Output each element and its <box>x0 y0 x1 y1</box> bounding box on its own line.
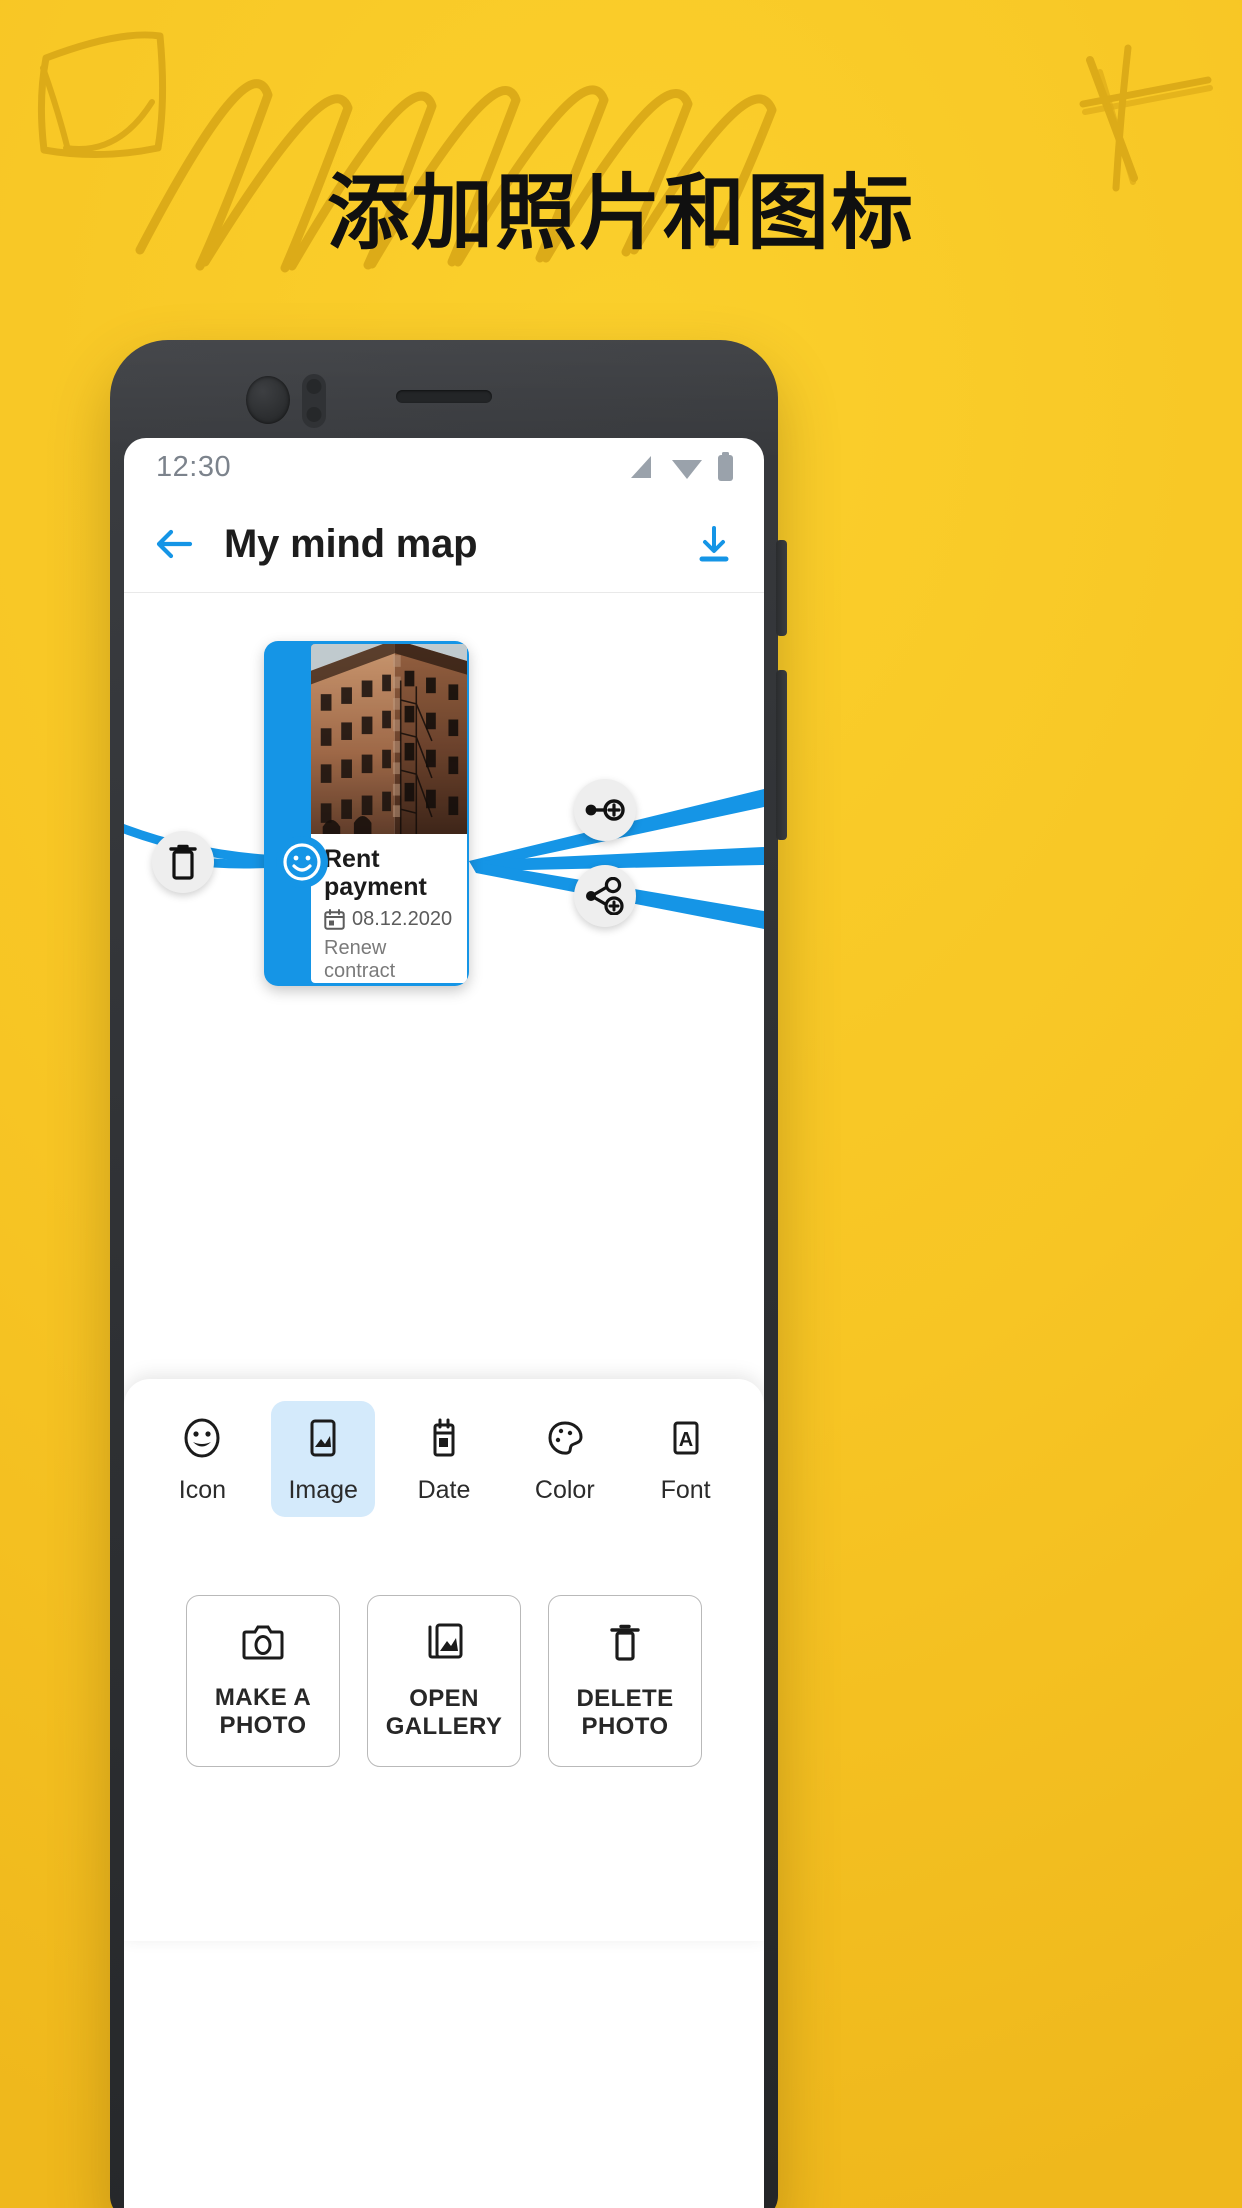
phone-front-camera <box>246 376 290 424</box>
add-sibling-icon <box>585 799 625 821</box>
status-bar: 12:30 <box>124 438 764 496</box>
trash-icon <box>610 1624 640 1661</box>
smiley-icon <box>184 1418 220 1458</box>
svg-text:A: A <box>678 1429 692 1451</box>
node-subtitle: Renew contract <box>324 937 396 982</box>
phone-mockup: 12:30 My mind map Rent payment 08.12.202… <box>110 340 787 2208</box>
tab-font[interactable]: A Font <box>634 1401 738 1517</box>
signal-icon <box>631 456 651 478</box>
smiley-icon <box>283 843 321 881</box>
node-content: Rent payment 08.12.2020 Renew contract <box>311 644 467 983</box>
tab-image[interactable]: Image <box>271 1401 376 1517</box>
make-a-photo-button[interactable]: MAKE A PHOTO <box>186 1595 340 1767</box>
battery-icon <box>718 452 733 481</box>
phone-sensor <box>302 374 326 428</box>
node-date-row: 08.12.2020 <box>324 908 454 931</box>
phone-volume-button <box>776 540 787 636</box>
app-title: My mind map <box>224 521 478 566</box>
image-icon <box>310 1419 336 1457</box>
tab-label: Color <box>534 1476 595 1504</box>
calendar-icon <box>324 909 345 930</box>
gallery-icon <box>428 1623 463 1659</box>
delete-photo-button[interactable]: DELETE PHOTO <box>548 1595 702 1767</box>
add-child-node-button[interactable] <box>574 865 636 927</box>
delete-node-button[interactable] <box>152 831 214 893</box>
back-button[interactable] <box>152 524 196 564</box>
photo-actions: MAKE A PHOTO OPEN GALLERY DELETE PHOTO <box>124 1595 764 1767</box>
trash-icon <box>169 844 197 880</box>
screenshot-stage: 添加照片和图标 12:30 My mind map Rent payment 0… <box>0 0 1242 2208</box>
tab-color[interactable]: Color <box>513 1401 617 1517</box>
wifi-icon <box>672 460 702 479</box>
node-text-block: Rent payment 08.12.2020 Renew contract <box>311 834 467 983</box>
mindmap-canvas[interactable]: Rent payment 08.12.2020 Renew contract <box>124 593 764 1379</box>
palette-icon <box>548 1421 583 1455</box>
arrow-left-icon <box>156 529 193 559</box>
node-title: Rent payment <box>324 845 427 901</box>
node-photo <box>311 644 467 834</box>
add-child-icon <box>586 877 624 915</box>
action-label: DELETE PHOTO <box>576 1684 674 1740</box>
tab-label: Date <box>417 1476 471 1504</box>
phone-screen: 12:30 My mind map Rent payment 08.12.202… <box>124 438 764 2208</box>
download-icon <box>699 526 729 562</box>
page-title: 添加照片和图标 <box>326 165 915 261</box>
calendar-icon <box>433 1418 455 1457</box>
node-icon-badge[interactable] <box>276 836 328 888</box>
camera-icon <box>242 1625 284 1660</box>
editor-sheet: Icon Image Date Color A Font MAKE A PHOT… <box>124 1379 764 1941</box>
tab-date[interactable]: Date <box>392 1401 496 1517</box>
action-label: OPEN GALLERY <box>385 1684 503 1740</box>
tab-label: Image <box>288 1476 358 1504</box>
tab-icon[interactable]: Icon <box>150 1401 254 1517</box>
editor-tabs: Icon Image Date Color A Font <box>124 1401 764 1517</box>
add-sibling-node-button[interactable] <box>574 779 636 841</box>
node-date-text: 08.12.2020 <box>352 908 453 930</box>
phone-power-button <box>776 670 787 840</box>
tab-label: Font <box>660 1476 711 1504</box>
download-button[interactable] <box>694 523 734 565</box>
mindmap-node[interactable]: Rent payment 08.12.2020 Renew contract <box>264 641 469 986</box>
open-gallery-button[interactable]: OPEN GALLERY <box>367 1595 521 1767</box>
building-photo-illustration <box>311 644 467 834</box>
tab-label: Icon <box>178 1476 227 1504</box>
app-bar: My mind map <box>124 496 764 593</box>
font-icon: A <box>673 1421 699 1455</box>
action-label: MAKE A PHOTO <box>214 1683 312 1739</box>
phone-earpiece <box>396 390 492 403</box>
status-clock: 12:30 <box>156 450 232 483</box>
